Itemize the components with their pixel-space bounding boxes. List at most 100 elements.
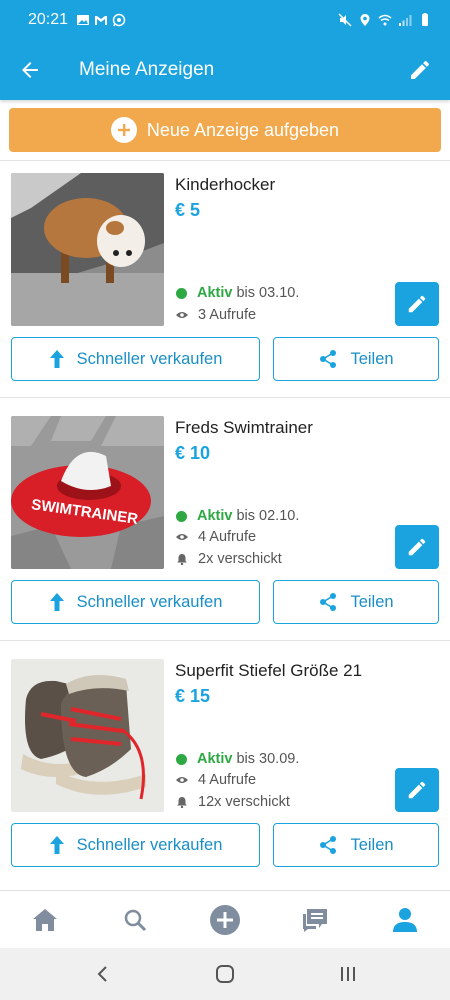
status-time: 20:21 xyxy=(28,11,69,28)
active-dot-icon xyxy=(176,753,187,765)
bell-icon xyxy=(176,796,188,808)
sell-faster-button[interactable]: Schneller verkaufen xyxy=(11,823,260,867)
mute-icon xyxy=(338,13,352,27)
arrow-back-icon xyxy=(22,62,38,78)
sell-faster-label: Schneller verkaufen xyxy=(76,349,223,368)
sell-faster-label: Schneller verkaufen xyxy=(76,592,223,611)
listing-status: Aktiv bis 02.10. xyxy=(176,508,299,524)
share-label: Teilen xyxy=(350,349,394,368)
eye-icon xyxy=(176,311,188,319)
notification-icons xyxy=(76,13,126,27)
add-icon xyxy=(210,904,240,935)
listing-sent: 2x verschickt xyxy=(176,551,282,567)
status-label: Aktiv xyxy=(197,508,233,524)
sell-faster-label: Schneller verkaufen xyxy=(76,835,223,854)
chevron-left-icon xyxy=(97,966,107,982)
listing-price: € 10 xyxy=(175,443,211,463)
listing-image-stool[interactable] xyxy=(11,173,164,326)
pencil-icon xyxy=(408,295,426,313)
listing-title[interactable]: Superfit Stiefel Größe 21 xyxy=(175,661,362,681)
views-count: 4 Aufrufe xyxy=(198,772,257,788)
status-label: Aktiv xyxy=(197,751,233,767)
system-status-icons xyxy=(338,13,432,27)
system-back-button[interactable] xyxy=(72,948,132,1000)
nav-messages[interactable] xyxy=(285,891,345,949)
views-count: 4 Aufrufe xyxy=(198,529,257,545)
share-label: Teilen xyxy=(350,835,394,854)
listing-status: Aktiv bis 03.10. xyxy=(176,285,299,301)
share-label: Teilen xyxy=(350,592,394,611)
battery-icon xyxy=(422,13,428,26)
nav-search[interactable] xyxy=(105,891,165,949)
edit-listing-button[interactable] xyxy=(395,525,439,569)
wifi-icon xyxy=(378,14,392,26)
share-icon xyxy=(318,349,338,369)
divider xyxy=(0,160,450,161)
arrow-up-icon xyxy=(49,349,65,369)
listing-price: € 5 xyxy=(175,200,201,220)
eye-icon xyxy=(176,533,188,541)
active-dot-icon xyxy=(176,287,187,299)
new-ad-label: Neue Anzeige aufgeben xyxy=(146,119,340,140)
status-bar: 20:21 xyxy=(0,0,450,40)
search-icon xyxy=(124,909,147,931)
pencil-icon xyxy=(408,538,426,556)
arrow-up-icon xyxy=(49,592,65,612)
active-dot-icon xyxy=(176,510,187,522)
share-button[interactable]: Teilen xyxy=(273,580,439,624)
profile-icon xyxy=(393,907,417,932)
listing-card[interactable]: SWIMTRAINER Freds Swimtrainer € 10 Aktiv… xyxy=(0,416,450,659)
eye-icon xyxy=(176,776,188,784)
edit-listing-button[interactable] xyxy=(395,282,439,326)
pencil-icon xyxy=(408,781,426,799)
views-count: 3 Aufrufe xyxy=(198,307,257,323)
nav-home[interactable] xyxy=(15,891,75,949)
listing-views: 3 Aufrufe xyxy=(176,307,256,323)
gmail-icon xyxy=(95,16,108,25)
listing-price: € 15 xyxy=(175,686,211,706)
system-navigation-bar xyxy=(0,948,450,1000)
nav-profile[interactable] xyxy=(375,891,435,949)
location-icon xyxy=(360,14,370,26)
listing-views: 4 Aufrufe xyxy=(176,772,256,788)
back-button[interactable] xyxy=(0,40,60,100)
new-ad-button[interactable]: Neue Anzeige aufgeben xyxy=(9,108,441,152)
expiry-date: bis 30.09. xyxy=(236,751,300,767)
share-icon xyxy=(318,592,338,612)
recents-icon xyxy=(341,967,356,981)
share-button[interactable]: Teilen xyxy=(273,823,439,867)
arrow-up-icon xyxy=(49,835,65,855)
messages-icon xyxy=(303,908,327,932)
system-recents-button[interactable] xyxy=(318,948,378,1000)
listing-title[interactable]: Kinderhocker xyxy=(175,175,275,195)
listing-title[interactable]: Freds Swimtrainer xyxy=(175,418,313,438)
system-home-button[interactable] xyxy=(195,948,255,1000)
sell-faster-button[interactable]: Schneller verkaufen xyxy=(11,580,260,624)
listing-views: 4 Aufrufe xyxy=(176,529,256,545)
nav-add[interactable] xyxy=(195,891,255,949)
listing-sent: 12x verschickt xyxy=(176,794,290,810)
listing-image-swimtrainer[interactable]: SWIMTRAINER xyxy=(11,416,164,569)
page-title: Meine Anzeigen xyxy=(79,59,215,80)
bottom-navigation xyxy=(0,890,450,948)
home-square-icon xyxy=(215,965,234,983)
signal-icon xyxy=(399,15,412,26)
sell-faster-button[interactable]: Schneller verkaufen xyxy=(11,337,260,381)
plus-circle-icon xyxy=(110,117,137,143)
sent-count: 12x verschickt xyxy=(198,794,290,810)
edit-listing-button[interactable] xyxy=(395,768,439,812)
listing-card[interactable]: Kinderhocker € 5 Aktiv bis 03.10. 3 Aufr… xyxy=(0,173,450,416)
listing-status: Aktiv bis 30.09. xyxy=(176,751,299,767)
share-button[interactable]: Teilen xyxy=(273,337,439,381)
gallery-icon xyxy=(77,15,90,25)
expiry-date: bis 02.10. xyxy=(236,508,300,524)
share-icon xyxy=(318,835,338,855)
divider xyxy=(0,397,450,398)
expiry-date: bis 03.10. xyxy=(236,285,300,301)
edit-button[interactable] xyxy=(390,40,450,100)
status-label: Aktiv xyxy=(197,285,233,301)
listing-card[interactable]: Superfit Stiefel Größe 21 € 15 Aktiv bis… xyxy=(0,659,450,902)
listing-image-boots[interactable] xyxy=(11,659,164,812)
app-bar: Meine Anzeigen xyxy=(0,40,450,100)
whatsapp-icon xyxy=(112,13,126,27)
